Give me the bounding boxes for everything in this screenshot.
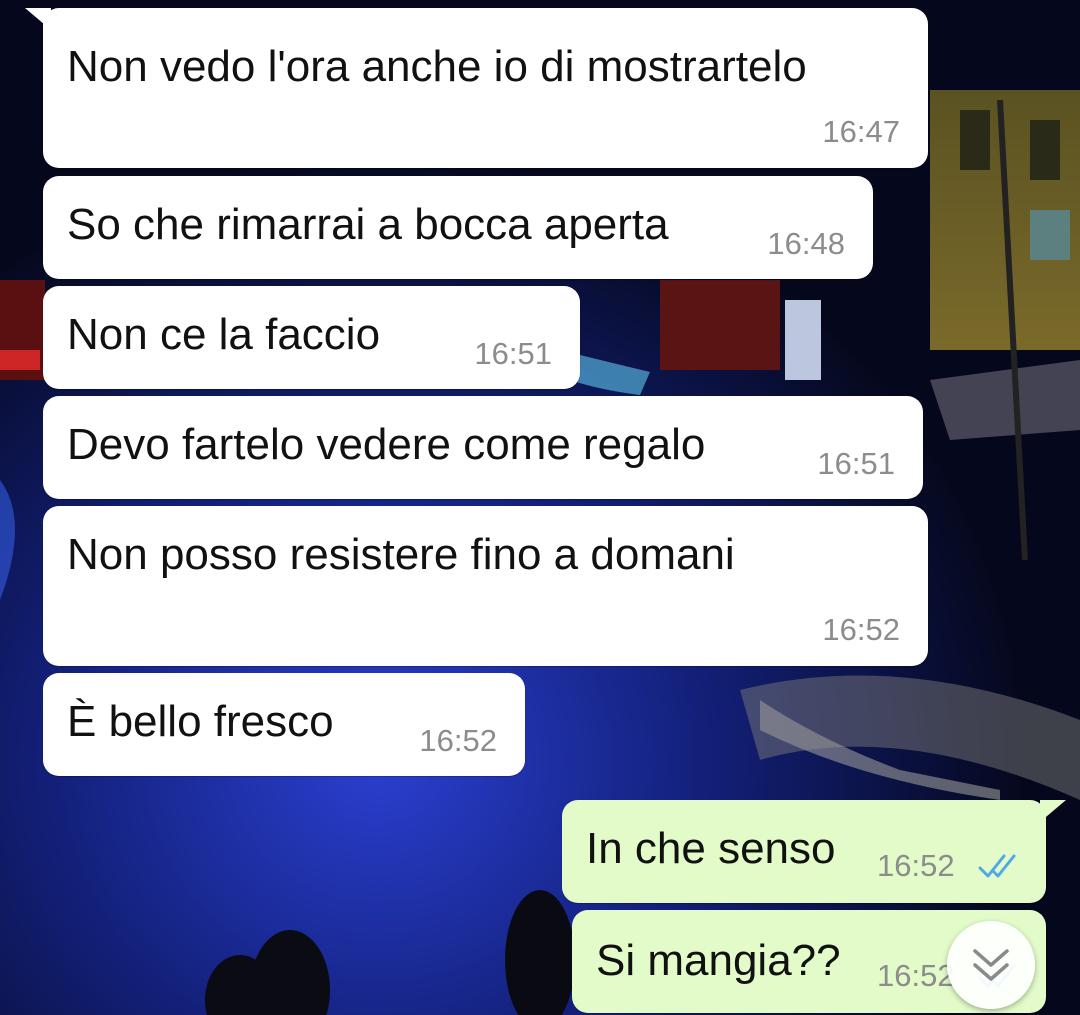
message-time: 16:48 (767, 226, 845, 261)
message-bubble-incoming[interactable]: Non vedo l'ora anche io di mostrartelo 1… (25, 8, 928, 168)
conversation[interactable]: Non vedo l'ora anche io di mostrartelo 1… (0, 0, 1080, 1015)
message-time: 16:47 (822, 114, 900, 149)
message-time: 16:51 (817, 446, 895, 481)
message-bubble-incoming[interactable]: Non posso resistere fino a domani 16:52 (43, 506, 928, 666)
message-time: 16:52 (877, 958, 955, 993)
message-bubble-incoming[interactable]: Devo fartelo vedere come regalo 16:51 (43, 396, 923, 499)
message-time: 16:51 (474, 336, 552, 371)
bubble-tail (1040, 800, 1066, 822)
message-text: Devo fartelo vedere come regalo (67, 420, 706, 469)
scroll-to-bottom-button[interactable] (947, 921, 1035, 1009)
message-text: In che senso (586, 824, 836, 873)
message-bubble-outgoing[interactable]: In che senso 16:52 (562, 800, 1066, 903)
message-time: 16:52 (877, 848, 955, 883)
message-text: Si mangia?? (596, 936, 841, 985)
message-time: 16:52 (419, 723, 497, 758)
message-bubble-incoming[interactable]: È bello fresco 16:52 (43, 673, 525, 776)
message-text: So che rimarrai a bocca aperta (67, 200, 669, 249)
bubble-tail (25, 8, 51, 30)
read-ticks-icon (978, 854, 1016, 878)
message-bubble-incoming[interactable]: Non ce la faccio 16:51 (43, 286, 580, 389)
message-text: Non vedo l'ora anche io di mostrartelo (67, 42, 807, 91)
message-text: È bello fresco (67, 697, 334, 746)
message-time: 16:52 (822, 612, 900, 647)
message-text: Non ce la faccio (67, 310, 381, 359)
message-text: Non posso resistere fino a domani (67, 530, 735, 579)
double-chevron-down-icon (973, 949, 1009, 981)
message-bubble-incoming[interactable]: So che rimarrai a bocca aperta 16:48 (43, 176, 873, 279)
